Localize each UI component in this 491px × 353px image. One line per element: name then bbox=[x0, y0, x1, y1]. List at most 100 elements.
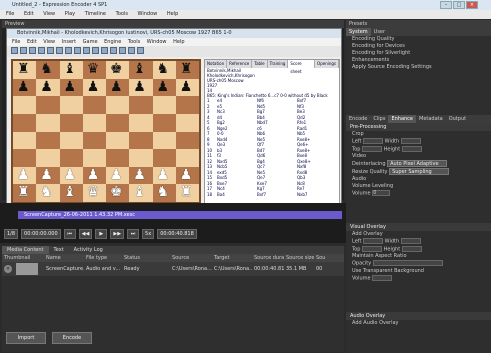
crop-height-input[interactable] bbox=[401, 145, 422, 152]
overlay-top-input[interactable] bbox=[362, 245, 383, 252]
resize-label: Resize Quality bbox=[352, 169, 388, 175]
speed-value[interactable]: 5x bbox=[142, 229, 155, 239]
menu-edit[interactable]: Edit bbox=[24, 11, 34, 17]
play-icon[interactable]: ▶ bbox=[95, 229, 108, 239]
captured-menu-item: Tools bbox=[127, 39, 141, 45]
use-transparent-checkbox[interactable]: Use Transparent Background bbox=[346, 268, 491, 275]
go-start-icon[interactable]: ⏮ bbox=[63, 229, 76, 239]
board-square bbox=[175, 131, 199, 150]
timeline-clip[interactable]: ScreenCapture_26-06-2011 1.43.32 PM.xesc bbox=[18, 211, 342, 219]
toolbar-icon bbox=[11, 47, 18, 54]
media-row[interactable]: × ScreenCapture... Audio and v... Ready … bbox=[2, 262, 344, 276]
sou-cell: 00 bbox=[316, 266, 323, 272]
encode-button[interactable]: Encode bbox=[52, 332, 92, 344]
maximize-button[interactable]: □ bbox=[453, 1, 465, 9]
preprocessing-header[interactable]: Pre-Processing bbox=[346, 123, 491, 131]
tab-enhance[interactable]: Enhance bbox=[388, 115, 417, 123]
import-button[interactable]: Import bbox=[6, 332, 46, 344]
window-titlebar: Untitled_2 - Expression Encoder 4 SP1 bbox=[0, 0, 491, 10]
board-square bbox=[106, 131, 130, 150]
board-square bbox=[82, 131, 106, 150]
deinterlacing-select[interactable]: Auto Pixel Adaptive bbox=[387, 160, 448, 167]
menu-view[interactable]: View bbox=[43, 11, 55, 17]
tab-system[interactable]: System bbox=[346, 28, 371, 36]
zoom-level[interactable]: 1/8 bbox=[4, 229, 19, 239]
tab-output[interactable]: Output bbox=[446, 115, 469, 123]
menu-timeline[interactable]: Timeline bbox=[85, 11, 106, 17]
tab-reference: Reference bbox=[227, 60, 253, 68]
notation-pane: Notation Reference Table Training Score … bbox=[204, 59, 340, 205]
board-square bbox=[106, 113, 130, 132]
crop-height-label: Height bbox=[383, 146, 401, 152]
overlay-left-label: Left bbox=[352, 238, 362, 245]
tab-score-sheet: Score sheet bbox=[288, 60, 316, 74]
move-cell: 18 bbox=[207, 191, 213, 197]
encode-section: Encode Clips Enhance Metadata Output Pre… bbox=[346, 115, 491, 198]
deinterlacing-row: Deinterlacing Auto Pixel Adaptive bbox=[346, 160, 491, 168]
menu-file[interactable]: File bbox=[6, 11, 14, 17]
tab-clips[interactable]: Clips bbox=[370, 115, 388, 123]
tab-activity-log[interactable]: Activity Log bbox=[69, 246, 108, 254]
remove-icon[interactable]: × bbox=[4, 265, 12, 273]
menu-help[interactable]: Help bbox=[167, 11, 178, 17]
file-type-cell: Audio and v... bbox=[86, 266, 121, 272]
crop-width-input[interactable] bbox=[400, 138, 421, 144]
visual-overlay-header[interactable]: Visual Overlay bbox=[346, 223, 491, 231]
crop-checkbox[interactable]: Crop bbox=[346, 131, 491, 138]
overlay-height-input[interactable] bbox=[401, 245, 422, 252]
captured-menu-item: Insert bbox=[61, 39, 77, 45]
chess-piece-icon: ♝ bbox=[133, 184, 146, 201]
resize-select[interactable]: Super Sampling bbox=[389, 168, 450, 175]
board-square bbox=[59, 113, 83, 132]
tab-metadata[interactable]: Metadata bbox=[416, 115, 446, 123]
toolbar-icon bbox=[20, 47, 27, 54]
chess-piece-icon: ♟ bbox=[40, 78, 53, 95]
col-name: Name bbox=[46, 255, 61, 261]
overlay-left-input[interactable] bbox=[363, 238, 384, 244]
menu-window[interactable]: Window bbox=[138, 11, 158, 17]
menu-tools[interactable]: Tools bbox=[116, 11, 128, 17]
timeline-panel: ScreenCapture_26-06-2011 1.43.32 PM.xesc… bbox=[0, 203, 346, 243]
crop-width-label: Width bbox=[384, 138, 400, 145]
crop-left-input[interactable] bbox=[363, 138, 384, 144]
audio-overlay-header[interactable]: Audio Overlay bbox=[346, 312, 491, 320]
volume-input[interactable]: 0 bbox=[372, 190, 391, 196]
menu-play[interactable]: Play bbox=[65, 11, 75, 17]
overlay-width-input[interactable] bbox=[400, 238, 421, 244]
chess-piece-icon: ♛ bbox=[86, 184, 100, 201]
crop-top-input[interactable] bbox=[362, 145, 383, 152]
preset-item[interactable]: Apply Source Encoding Settings bbox=[346, 64, 491, 71]
close-button[interactable]: × bbox=[466, 1, 478, 9]
video-label: Video bbox=[352, 153, 367, 159]
crop-row-1: Left Width bbox=[346, 138, 491, 146]
crop-row-2: Top Height bbox=[346, 145, 491, 154]
maintain-aspect-checkbox[interactable]: Maintain Aspect Ratio bbox=[346, 253, 491, 260]
volume-leveling-checkbox[interactable]: Volume Leveling bbox=[346, 183, 491, 190]
preset-item[interactable]: Encoding Quality bbox=[346, 36, 491, 43]
tab-user[interactable]: User bbox=[371, 28, 388, 36]
step-back-icon[interactable]: ◀◀ bbox=[78, 229, 93, 239]
add-audio-overlay-checkbox[interactable]: Add Audio Overlay bbox=[346, 320, 491, 327]
media-tabs: Media Content Text Activity Log bbox=[2, 246, 344, 254]
preset-item[interactable]: Enhancements bbox=[346, 57, 491, 64]
captured-chess-window: Botvinnik,Mikhail - Kholodkevich,Khrisog… bbox=[6, 28, 342, 206]
overlay-volume-input[interactable] bbox=[372, 274, 393, 281]
window-title: Untitled_2 - Expression Encoder 4 SP1 bbox=[12, 2, 108, 8]
captured-menu-item: Game bbox=[82, 39, 98, 45]
preset-item[interactable]: Encoding for Devices bbox=[346, 43, 491, 50]
preset-item[interactable]: Encoding for Silverlight bbox=[346, 50, 491, 57]
toolbar-icon bbox=[128, 47, 135, 54]
chess-piece-icon: ♟ bbox=[133, 78, 146, 95]
audio-label: Audio bbox=[352, 176, 367, 182]
step-forward-icon[interactable]: ▶▶ bbox=[110, 229, 125, 239]
add-overlay-checkbox[interactable]: Add Overlay bbox=[346, 231, 491, 238]
tab-encode[interactable]: Encode bbox=[346, 115, 370, 123]
opacity-slider[interactable] bbox=[372, 260, 443, 266]
tab-media-content[interactable]: Media Content bbox=[2, 246, 49, 254]
chess-piece-icon: ♟ bbox=[156, 166, 170, 183]
go-end-icon[interactable]: ⏭ bbox=[127, 229, 140, 239]
minimize-button[interactable]: – bbox=[440, 1, 452, 9]
tab-text[interactable]: Text bbox=[49, 246, 69, 254]
menu-bar: File Edit View Play Timeline Tools Windo… bbox=[0, 10, 491, 19]
tab-notation: Notation bbox=[205, 60, 228, 68]
